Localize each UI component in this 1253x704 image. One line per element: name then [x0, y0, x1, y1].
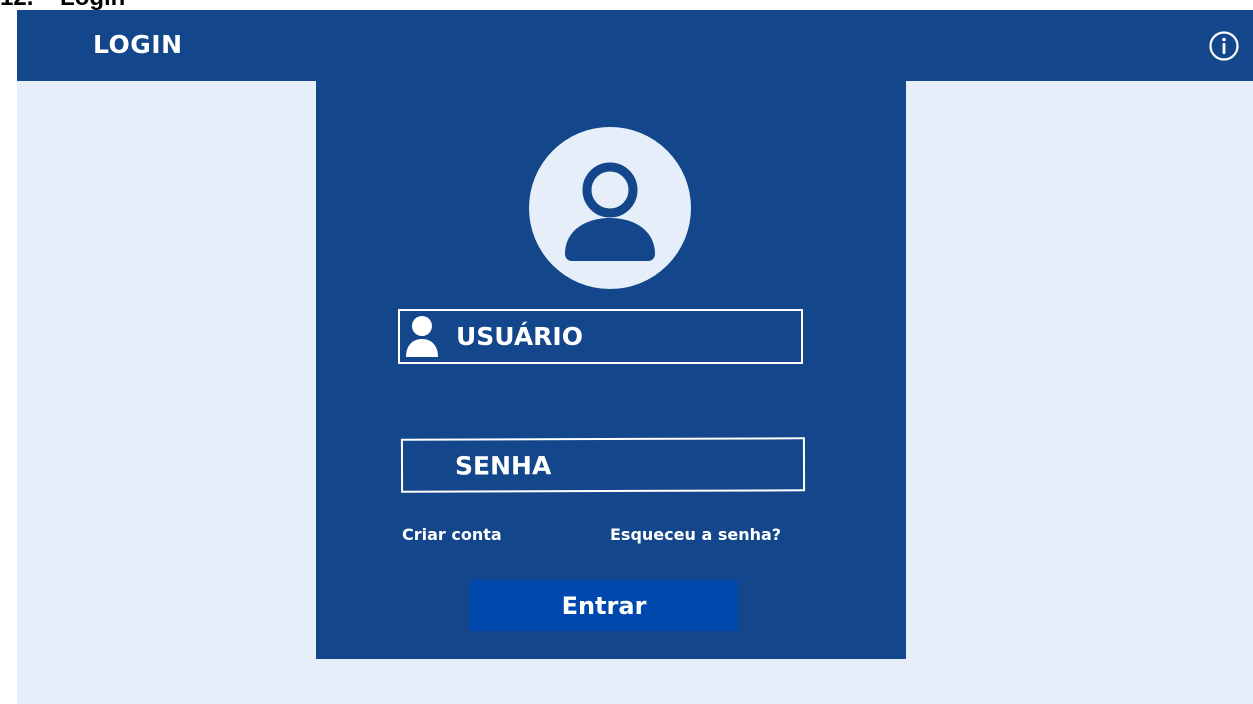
- user-icon: [406, 316, 438, 357]
- password-label: SENHA: [454, 451, 552, 481]
- login-panel: USUÁRIO SENHA Criar conta Esqueceu a sen…: [316, 81, 906, 659]
- forgot-password-link[interactable]: Esqueceu a senha?: [610, 525, 781, 544]
- username-field[interactable]: USUÁRIO: [398, 309, 803, 364]
- create-account-link[interactable]: Criar conta: [402, 525, 502, 544]
- password-field[interactable]: SENHA: [400, 437, 806, 493]
- info-circle-icon: [1209, 31, 1239, 61]
- login-button[interactable]: Entrar: [470, 580, 738, 631]
- user-avatar: [529, 127, 691, 289]
- info-button[interactable]: [1208, 30, 1240, 62]
- login-screen: LOGIN USUÁRIO SENHA Criar conta Esqueceu…: [17, 10, 1253, 704]
- page-title: LOGIN: [93, 30, 183, 59]
- top-bar: LOGIN: [17, 10, 1253, 81]
- page-caption: 12. Login: [0, 0, 125, 10]
- username-label: USUÁRIO: [456, 322, 583, 351]
- user-avatar-icon: [565, 162, 655, 261]
